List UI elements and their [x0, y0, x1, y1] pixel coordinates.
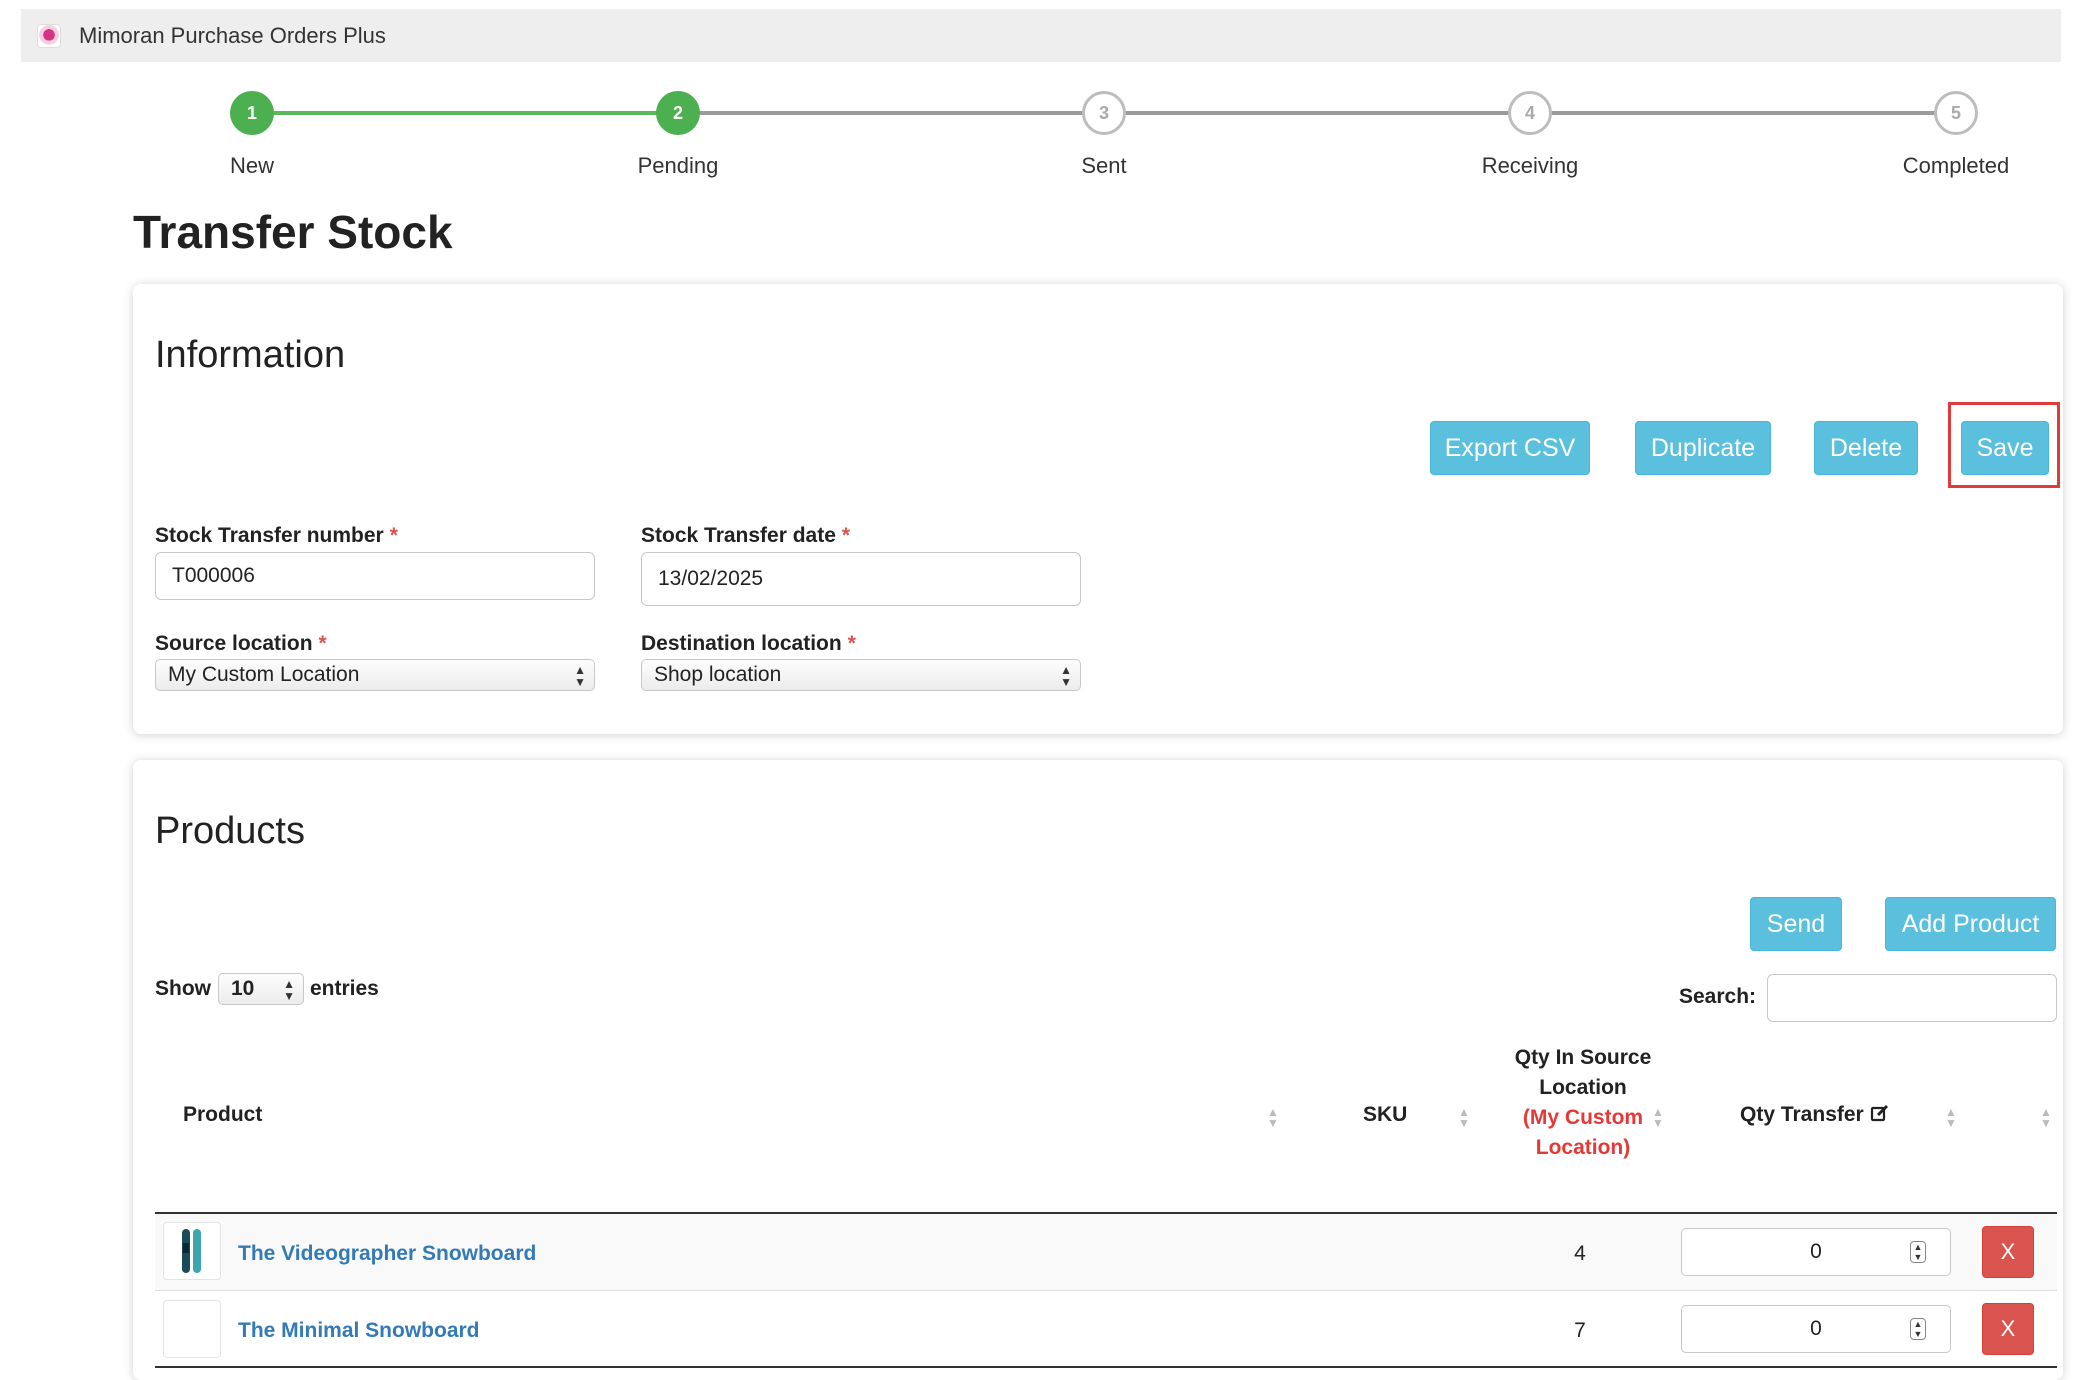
qty-transfer-value: 0	[1810, 1240, 1822, 1263]
step-5-label: Completed	[1902, 153, 2010, 178]
transfer-number-input[interactable]: T000006	[155, 552, 595, 600]
column-header-product[interactable]: Product	[183, 1100, 262, 1130]
transfer-date-label: Stock Transfer date *	[641, 524, 850, 548]
select-arrows-icon: ▲ ▼	[1060, 663, 1072, 689]
app-titlebar: Mimoran Purchase Orders Plus	[21, 9, 2061, 62]
entries-select[interactable]: 10 ▲ ▼	[218, 973, 304, 1005]
sort-icon[interactable]: ▲ ▼	[2040, 1106, 2052, 1129]
app-title: Mimoran Purchase Orders Plus	[79, 22, 386, 48]
stepper-arrows-icon[interactable]: ▲ ▼	[1910, 1241, 1926, 1263]
search-label: Search:	[1679, 985, 1757, 1008]
show-label: Show	[155, 977, 211, 1000]
add-product-button[interactable]: Add Product	[1885, 897, 2056, 951]
column-header-sku[interactable]: SKU	[1363, 1100, 1407, 1130]
delete-button[interactable]: Delete	[1814, 421, 1918, 475]
transfer-date-label-text: Stock Transfer date	[641, 524, 836, 547]
sort-icon[interactable]: ▲ ▼	[1945, 1106, 1957, 1129]
information-title: Information	[155, 334, 346, 376]
step-3-circle: 3	[1082, 91, 1126, 135]
page-title: Transfer Stock	[133, 206, 453, 258]
qty-source-header-text: Qty In Source Location	[1514, 1046, 1652, 1099]
destination-location-value: Shop location	[654, 663, 782, 686]
step-3-label: Sent	[1081, 153, 1127, 178]
source-location-select[interactable]: My Custom Location ▲ ▼	[155, 659, 595, 691]
products-card: Products Send Add Product Show 10 ▲ ▼ ent…	[133, 760, 2063, 1380]
step-connector	[252, 111, 678, 115]
required-mark: *	[841, 524, 851, 547]
select-arrows-icon: ▲ ▼	[283, 977, 295, 1003]
qty-source-cell: 7	[1574, 1319, 1586, 1342]
transfer-number-label-text: Stock Transfer number	[155, 524, 384, 547]
entries-label: entries	[310, 977, 379, 1000]
send-button[interactable]: Send	[1750, 897, 1842, 951]
step-connector	[678, 111, 1958, 115]
destination-location-select[interactable]: Shop location ▲ ▼	[641, 659, 1081, 691]
remove-row-button[interactable]: X	[1982, 1226, 2034, 1278]
export-csv-button[interactable]: Export CSV	[1430, 421, 1590, 475]
qty-transfer-value: 0	[1810, 1317, 1822, 1340]
select-arrows-icon: ▲ ▼	[574, 663, 586, 689]
stepper-arrows-icon[interactable]: ▲ ▼	[1910, 1318, 1926, 1340]
required-mark: *	[847, 632, 856, 655]
product-thumbnail	[163, 1300, 221, 1358]
qty-transfer-header-text: Qty Transfer	[1740, 1103, 1864, 1126]
qty-transfer-input[interactable]: 0 ▲ ▼	[1681, 1228, 1951, 1276]
entries-value: 10	[231, 977, 255, 1000]
save-button[interactable]: Save	[1961, 421, 2049, 475]
source-location-value: My Custom Location	[168, 663, 360, 686]
step-4-label: Receiving	[1481, 153, 1579, 178]
qty-source-cell: 4	[1574, 1242, 1586, 1265]
product-link[interactable]: The Videographer Snowboard	[238, 1242, 536, 1266]
remove-row-button[interactable]: X	[1982, 1303, 2034, 1355]
step-2-label: Pending	[637, 153, 719, 178]
table-bottom-divider	[155, 1366, 2057, 1368]
column-header-qty-source[interactable]: Qty In Source Location (My Custom Locati…	[1508, 1043, 1658, 1163]
required-mark: *	[389, 524, 398, 547]
app-logo-icon	[37, 23, 61, 48]
edit-icon	[1870, 1103, 1890, 1126]
source-location-label: Source location *	[155, 632, 327, 656]
sort-icon[interactable]: ▲ ▼	[1267, 1106, 1279, 1129]
information-card: Information Export CSV Duplicate Delete …	[133, 284, 2063, 734]
transfer-number-label: Stock Transfer number *	[155, 524, 398, 548]
row-divider	[155, 1290, 2057, 1291]
products-title: Products	[155, 810, 305, 852]
qty-source-location-note: (My Custom Location)	[1522, 1106, 1644, 1159]
duplicate-button[interactable]: Duplicate	[1635, 421, 1771, 475]
required-mark: *	[318, 632, 327, 655]
step-4-circle: 4	[1508, 91, 1552, 135]
step-5-circle: 5	[1934, 91, 1978, 135]
product-thumbnail	[163, 1222, 221, 1280]
source-location-label-text: Source location	[155, 632, 313, 655]
sort-icon[interactable]: ▲ ▼	[1652, 1106, 1664, 1129]
product-link[interactable]: The Minimal Snowboard	[238, 1319, 480, 1343]
destination-location-label-text: Destination location	[641, 632, 842, 655]
transfer-date-input[interactable]: 13/02/2025	[641, 552, 1081, 606]
step-1-circle: 1	[230, 91, 274, 135]
destination-location-label: Destination location *	[641, 632, 856, 656]
sort-icon[interactable]: ▲ ▼	[1458, 1106, 1470, 1129]
step-2-circle: 2	[656, 91, 700, 135]
step-1-label: New	[229, 153, 274, 178]
column-header-qty-transfer[interactable]: Qty Transfer	[1740, 1100, 1890, 1130]
search-input[interactable]	[1767, 974, 2057, 1022]
qty-transfer-input[interactable]: 0 ▲ ▼	[1681, 1305, 1951, 1353]
